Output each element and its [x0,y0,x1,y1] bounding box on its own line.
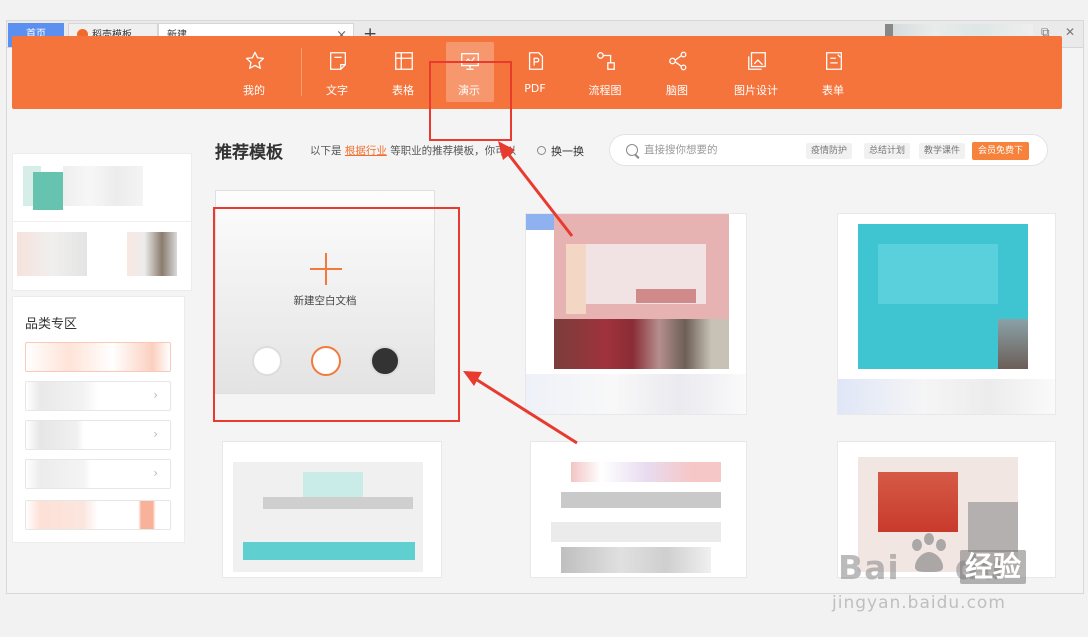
tool-label: 表格 [392,84,414,97]
star-icon [245,51,265,69]
subtitle-prefix: 以下是 [310,145,342,157]
thumb-block [561,492,721,508]
annotation-highlight-presentation [429,61,512,141]
tool-mine[interactable]: 我的 [224,36,284,109]
tool-mindmap[interactable]: 脑图 [647,36,707,109]
category-title: 品类专区 [25,317,78,332]
template-search-box: 疫情防护 总结计划 教学课件 会员免费下 [609,134,1048,166]
thumb-block [561,547,711,573]
annotation-highlight-blank-card [213,207,460,422]
watermark-brand: Bai [838,548,900,587]
tool-image-design[interactable]: 图片设计 [726,36,786,109]
vip-free-download-badge[interactable]: 会员免费下 [972,142,1030,160]
tool-spreadsheet[interactable]: 表格 [373,36,433,109]
pdf-icon [528,52,544,70]
thumb-block [551,522,721,542]
table-icon [395,52,413,70]
search-input[interactable] [644,141,794,159]
category-item[interactable]: › [25,420,171,450]
thumb-block [571,462,721,482]
tool-flowchart[interactable]: 流程图 [575,36,635,109]
template-thumbnail[interactable] [222,441,442,578]
thumb-block [838,379,1055,414]
tool-label: 图片设计 [734,84,778,97]
hot-tag[interactable]: 疫情防护 [806,143,853,159]
thumb-block [968,502,1018,552]
form-icon [826,52,842,70]
thumb-block [263,497,413,509]
tool-label: 流程图 [588,84,622,97]
blurred-member-badge [127,232,177,276]
category-item[interactable] [25,342,171,372]
category-item[interactable]: › [25,381,171,411]
thumb-block [526,374,746,414]
recommend-subtitle: 以下是 根据行业 等职业的推荐模板，你可以 [310,143,516,158]
tool-label: 文字 [326,84,348,97]
search-icon[interactable] [626,144,638,156]
tool-label: 脑图 [666,84,688,97]
hot-tag[interactable]: 教学课件 [919,143,966,159]
thumb-block [636,289,696,303]
tool-form[interactable]: 表单 [803,36,863,109]
swap-label: 换一换 [551,145,584,158]
tool-label: 表单 [822,84,844,97]
blurred-username [63,166,143,206]
watermark-jingyan: 经验 [960,550,1027,584]
category-item[interactable]: › [25,459,171,489]
mindmap-icon [669,51,687,71]
thumb-block [526,214,554,230]
close-window-icon[interactable]: ✕ [1065,25,1075,39]
category-item[interactable] [25,500,171,530]
tool-pdf[interactable]: PDF [505,36,565,109]
swap-button[interactable]: 换一换 [537,143,584,159]
chevron-right-icon: › [153,466,158,480]
toolbar-divider [301,48,302,96]
tool-label: 我的 [243,84,265,97]
section-title: 推荐模板 [215,143,283,163]
thumb-block [878,244,998,304]
template-thumbnail[interactable] [837,213,1056,415]
thumb-block [998,319,1028,369]
subtitle-suffix: 等职业的推荐模板，你可以 [390,145,517,157]
template-thumbnail[interactable] [525,213,747,415]
thumb-block [566,244,586,314]
thumb-block [243,542,415,560]
image-design-icon [748,52,766,70]
flowchart-icon [597,52,615,70]
doc-text-icon [330,52,346,70]
industry-link[interactable]: 根据行业 [345,145,387,157]
thumb-block [878,472,958,532]
template-thumbnail[interactable] [530,441,747,578]
new-document-toolbar: 我的 文字 表格 演示 PDF 流程图 脑图 图片设计 表单 [12,36,1062,109]
tool-writer[interactable]: 文字 [307,36,367,109]
refresh-icon [537,146,546,155]
category-zone: 品类专区 › › › [12,296,185,543]
watermark-url: jingyan.baidu.com [832,593,1006,613]
tool-label: PDF [524,82,546,95]
user-profile-card[interactable] [12,153,192,291]
divider [13,221,191,222]
blurred-member-info [17,232,87,276]
chevron-right-icon: › [153,388,158,402]
blurred-avatar [33,172,63,210]
baidu-paw-icon [912,533,946,572]
thumb-block [554,319,729,369]
hot-tag[interactable]: 总结计划 [864,143,911,159]
chevron-right-icon: › [153,427,158,441]
